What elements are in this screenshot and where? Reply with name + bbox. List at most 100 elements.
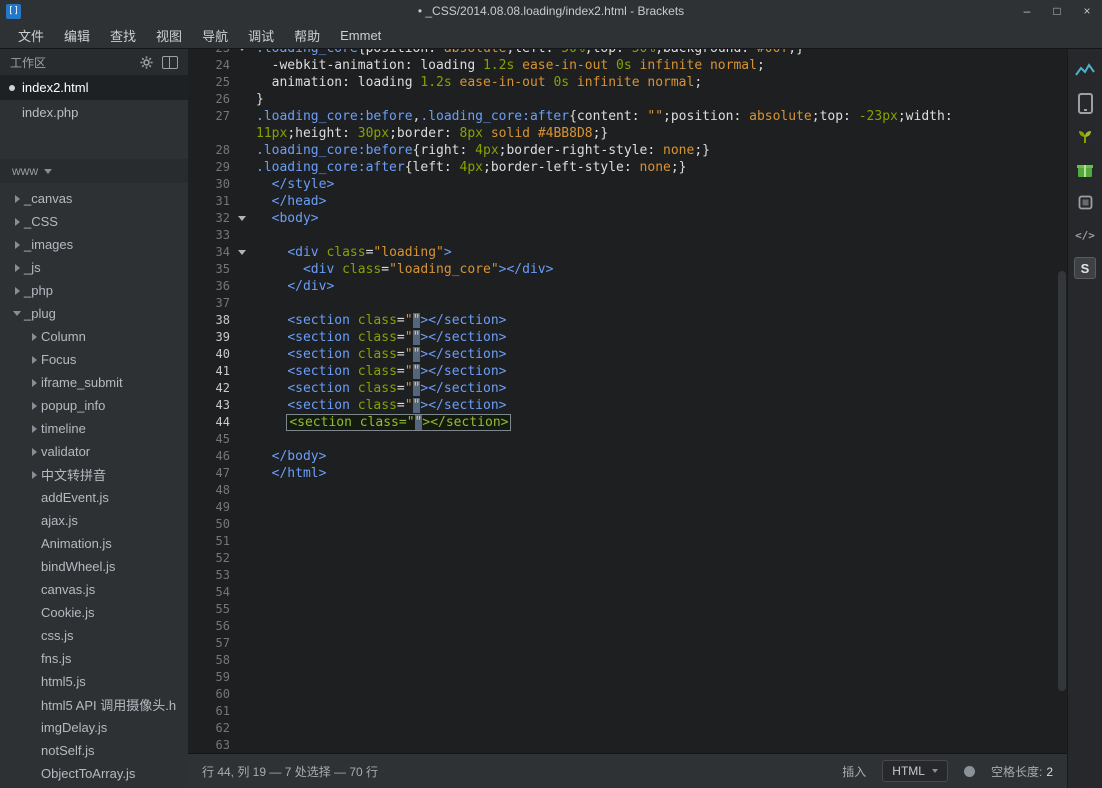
tree-folder[interactable]: Column <box>0 325 188 348</box>
code-line[interactable]: 35 <div class="loading_core"></div> <box>188 261 1067 278</box>
code-editor[interactable]: 23.loading_core{position: absolute;left:… <box>188 49 1067 753</box>
code-line[interactable]: 28.loading_core:before{right: 4px;border… <box>188 142 1067 159</box>
code-line[interactable]: 37 <box>188 295 1067 312</box>
code-line[interactable]: 56 <box>188 618 1067 635</box>
code-line[interactable]: 25 animation: loading 1.2s ease-in-out 0… <box>188 74 1067 91</box>
code-line[interactable]: 41 <section class=""></section> <box>188 363 1067 380</box>
code-line[interactable]: 47 </html> <box>188 465 1067 482</box>
code-line[interactable]: 32 <body> <box>188 210 1067 227</box>
package-icon[interactable] <box>1074 191 1096 213</box>
tree-folder[interactable]: _js <box>0 256 188 279</box>
tree-file[interactable]: css.js <box>0 624 188 647</box>
code-line[interactable]: 49 <box>188 499 1067 516</box>
chart-icon[interactable] <box>1074 59 1096 81</box>
language-selector[interactable]: HTML <box>882 760 948 782</box>
phone-icon[interactable] <box>1074 92 1096 114</box>
menu-item-navigate[interactable]: 导航 <box>192 22 238 49</box>
space-units-setting[interactable]: 空格长度:2 <box>991 763 1053 780</box>
menu-item-view[interactable]: 视图 <box>146 22 192 49</box>
maximize-button[interactable]: □ <box>1042 0 1072 22</box>
tree-file[interactable]: imgDelay.js <box>0 716 188 739</box>
tree-folder[interactable]: 中文转拼音 <box>0 463 188 486</box>
lint-status-icon[interactable] <box>964 766 975 777</box>
menu-item-find[interactable]: 查找 <box>100 22 146 49</box>
code-line[interactable]: 40 <section class=""></section> <box>188 346 1067 363</box>
tree-file[interactable]: html5.js <box>0 670 188 693</box>
code-line[interactable]: 58 <box>188 652 1067 669</box>
code-line[interactable]: 48 <box>188 482 1067 499</box>
tree-file[interactable]: ajax.js <box>0 509 188 532</box>
tree-folder[interactable]: iframe_submit <box>0 371 188 394</box>
code-line[interactable]: 24 -webkit-animation: loading 1.2s ease-… <box>188 57 1067 74</box>
code-line[interactable]: 59 <box>188 669 1067 686</box>
code-line[interactable]: 31 </head> <box>188 193 1067 210</box>
code-line[interactable]: 62 <box>188 720 1067 737</box>
code-line[interactable]: 63 <box>188 737 1067 753</box>
minimize-button[interactable]: – <box>1012 0 1042 22</box>
insert-mode-indicator[interactable]: 插入 <box>842 763 866 780</box>
tree-file[interactable]: Cookie.js <box>0 601 188 624</box>
code-line[interactable]: 11px;height: 30px;border: 8px solid #4BB… <box>188 125 1067 142</box>
scrollbar-thumb[interactable] <box>1058 271 1066 691</box>
gear-icon[interactable] <box>140 56 153 69</box>
code-line[interactable]: 36 </div> <box>188 278 1067 295</box>
tree-file[interactable]: ObjectToArray.js <box>0 762 188 785</box>
code-line[interactable]: 55 <box>188 601 1067 618</box>
code-line[interactable]: 52 <box>188 550 1067 567</box>
code-line[interactable]: 29.loading_core:after{left: 4px;border-l… <box>188 159 1067 176</box>
code-line[interactable]: 54 <box>188 584 1067 601</box>
code-line[interactable]: 26} <box>188 91 1067 108</box>
code-line[interactable]: 45 <box>188 431 1067 448</box>
fold-arrow-icon[interactable] <box>234 49 251 57</box>
fold-arrow-icon[interactable] <box>234 210 251 227</box>
tree-folder[interactable]: _CSS <box>0 210 188 233</box>
code-line[interactable]: 39 <section class=""></section> <box>188 329 1067 346</box>
code-line[interactable]: 23.loading_core{position: absolute;left:… <box>188 49 1067 57</box>
code-line[interactable]: 30 </style> <box>188 176 1067 193</box>
code-line[interactable]: 53 <box>188 567 1067 584</box>
menu-item-file[interactable]: 文件 <box>8 22 54 49</box>
tree-folder[interactable]: popup_info <box>0 394 188 417</box>
code-line[interactable]: 61 <box>188 703 1067 720</box>
code-line[interactable]: 51 <box>188 533 1067 550</box>
code-line[interactable]: 60 <box>188 686 1067 703</box>
code-line[interactable]: 42 <section class=""></section> <box>188 380 1067 397</box>
code-line[interactable]: 33 <box>188 227 1067 244</box>
menu-item-debug[interactable]: 调试 <box>238 22 284 49</box>
project-header[interactable]: www <box>0 159 188 183</box>
tree-file[interactable]: html5 API 调用摄像头.h <box>0 693 188 716</box>
tree-file[interactable]: bindWheel.js <box>0 555 188 578</box>
code-line[interactable]: 27.loading_core:before,.loading_core:aft… <box>188 108 1067 125</box>
tree-folder[interactable]: validator <box>0 440 188 463</box>
tree-folder[interactable]: _php <box>0 279 188 302</box>
snippets-icon[interactable]: S <box>1074 257 1096 279</box>
split-view-icon[interactable] <box>162 56 178 69</box>
code-line[interactable]: 46 </body> <box>188 448 1067 465</box>
tree-file[interactable]: Animation.js <box>0 532 188 555</box>
close-button[interactable]: × <box>1072 0 1102 22</box>
working-set-item[interactable]: index.php <box>0 100 188 125</box>
plant-icon[interactable] <box>1074 125 1096 147</box>
editor-scrollbar[interactable] <box>1056 49 1067 753</box>
tree-file[interactable]: canvas.js <box>0 578 188 601</box>
code-line[interactable]: 38 <section class=""></section> <box>188 312 1067 329</box>
tree-file[interactable]: addEvent.js <box>0 486 188 509</box>
menu-item-emmet[interactable]: Emmet <box>330 24 391 47</box>
code-line[interactable]: 50 <box>188 516 1067 533</box>
code-line[interactable]: 43 <section class=""></section> <box>188 397 1067 414</box>
code-tag-icon[interactable]: </> <box>1074 224 1096 246</box>
fold-arrow-icon[interactable] <box>234 244 251 261</box>
tree-file[interactable]: notSelf.js <box>0 739 188 762</box>
tree-folder[interactable]: _plug <box>0 302 188 325</box>
menu-item-edit[interactable]: 编辑 <box>54 22 100 49</box>
tree-folder[interactable]: timeline <box>0 417 188 440</box>
code-line[interactable]: 57 <box>188 635 1067 652</box>
gift-icon[interactable] <box>1074 158 1096 180</box>
tree-folder[interactable]: _canvas <box>0 187 188 210</box>
code-line[interactable]: 44 <section class=""></section> <box>188 414 1067 431</box>
menu-item-help[interactable]: 帮助 <box>284 22 330 49</box>
code-line[interactable]: 34 <div class="loading"> <box>188 244 1067 261</box>
working-set-item[interactable]: index2.html <box>0 75 188 100</box>
tree-folder[interactable]: Focus <box>0 348 188 371</box>
tree-folder[interactable]: _images <box>0 233 188 256</box>
